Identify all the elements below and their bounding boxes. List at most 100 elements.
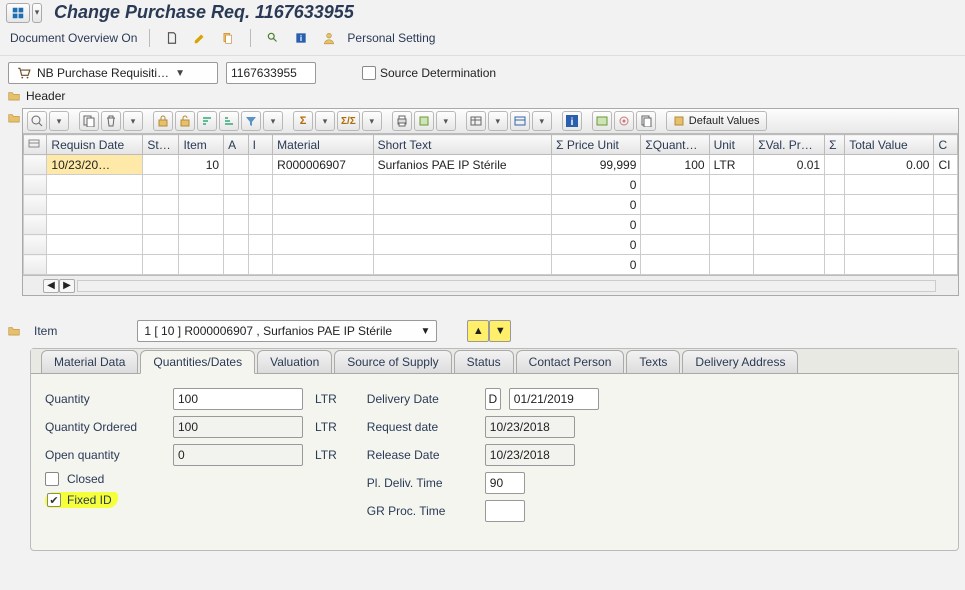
document-overview-toggle[interactable]: Document Overview On bbox=[10, 31, 137, 45]
delivery-date-field[interactable]: 01/21/2019 bbox=[509, 388, 599, 410]
col-a[interactable]: A bbox=[224, 135, 249, 155]
item-select-combo[interactable]: 1 [ 10 ] R000006907 , Surfanios PAE IP S… bbox=[137, 320, 437, 342]
tabstrip: Material Data Quantities/Dates Valuation… bbox=[31, 349, 958, 373]
personal-setting-icon[interactable] bbox=[319, 29, 339, 47]
closed-label: Closed bbox=[67, 472, 104, 486]
print-icon[interactable] bbox=[392, 111, 412, 131]
items-grid[interactable]: Requisn Date St… Item A I Material Short… bbox=[23, 134, 958, 275]
col-sigma[interactable]: Σ bbox=[825, 135, 845, 155]
folder-collapse-icon bbox=[6, 88, 22, 104]
sort-asc-icon[interactable] bbox=[197, 111, 217, 131]
doc-type-combo[interactable]: NB Purchase Requisiti… ▼ bbox=[8, 62, 218, 84]
window-title: Change Purchase Req. 1167633955 bbox=[54, 2, 354, 23]
col-val-pr[interactable]: ΣVal. Pr… bbox=[754, 135, 825, 155]
help-icon[interactable]: i bbox=[291, 29, 311, 47]
quantity-field[interactable]: 100 bbox=[173, 388, 303, 410]
tab-source-of-supply[interactable]: Source of Supply bbox=[334, 350, 451, 373]
details-icon[interactable] bbox=[27, 111, 47, 131]
col-material[interactable]: Material bbox=[273, 135, 373, 155]
layout-change-icon[interactable] bbox=[510, 111, 530, 131]
delivery-date-category[interactable]: D bbox=[485, 388, 501, 410]
grid-horizontal-scrollbar[interactable]: ◀ ▶ bbox=[23, 275, 958, 295]
items-section-toggle[interactable] bbox=[6, 110, 22, 126]
lock-icon[interactable] bbox=[153, 111, 173, 131]
env-icon[interactable] bbox=[592, 111, 612, 131]
col-quant[interactable]: ΣQuant… bbox=[641, 135, 709, 155]
export-drop[interactable]: ▾ bbox=[436, 111, 456, 131]
gr-proc-time-label: GR Proc. Time bbox=[367, 504, 477, 518]
default-values-button[interactable]: Default Values bbox=[666, 111, 767, 131]
create-icon[interactable] bbox=[162, 29, 182, 47]
open-quantity-unit: LTR bbox=[315, 448, 337, 462]
delete-drop[interactable]: ▾ bbox=[123, 111, 143, 131]
app-menu-dropdown[interactable]: ▾ bbox=[32, 3, 42, 23]
item-next-button[interactable]: ▼ bbox=[489, 320, 511, 342]
table-row[interactable]: 10/23/20… 10 R000006907 Surfanios PAE IP… bbox=[24, 155, 958, 175]
export-icon[interactable] bbox=[414, 111, 434, 131]
sum-drop[interactable]: ▾ bbox=[315, 111, 335, 131]
closed-checkbox[interactable] bbox=[45, 472, 59, 486]
table-row[interactable]: 0 bbox=[24, 195, 958, 215]
scroll-right-icon[interactable]: ▶ bbox=[59, 279, 75, 293]
unlock-icon[interactable] bbox=[175, 111, 195, 131]
tab-quantities-dates[interactable]: Quantities/Dates bbox=[140, 350, 255, 374]
col-item[interactable]: Item bbox=[179, 135, 224, 155]
layout-icon[interactable] bbox=[466, 111, 486, 131]
separator bbox=[149, 29, 150, 47]
gr-proc-time-field[interactable] bbox=[485, 500, 525, 522]
fixed-id-label: Fixed ID bbox=[67, 493, 112, 507]
item-section-toggle[interactable] bbox=[6, 323, 22, 339]
col-status[interactable]: St… bbox=[143, 135, 179, 155]
table-row[interactable]: 0 bbox=[24, 235, 958, 255]
pl-deliv-time-field[interactable]: 90 bbox=[485, 472, 525, 494]
copy-icon[interactable] bbox=[79, 111, 99, 131]
header-label: Header bbox=[26, 89, 65, 103]
fixed-id-checkbox[interactable]: ✔ bbox=[47, 493, 61, 507]
other-document-icon[interactable] bbox=[218, 29, 238, 47]
sum-icon[interactable]: Σ bbox=[293, 111, 313, 131]
app-menu-icon[interactable] bbox=[6, 3, 30, 23]
select-all-column[interactable] bbox=[24, 135, 47, 155]
quantity-unit: LTR bbox=[315, 392, 337, 406]
col-short-text[interactable]: Short Text bbox=[373, 135, 552, 155]
grid-toolbar: ▾ ▾ ▾ Σ ▾ Σ/Σ ▾ ▾ ▾ ▾ bbox=[23, 109, 958, 134]
table-row[interactable]: 0 bbox=[24, 175, 958, 195]
qty-left-column: Quantity 100 LTR Quantity Ordered 100 LT… bbox=[45, 388, 337, 522]
tab-valuation[interactable]: Valuation bbox=[257, 350, 332, 373]
tab-status[interactable]: Status bbox=[454, 350, 514, 373]
header-section-toggle[interactable]: Header bbox=[0, 86, 965, 106]
col-unit[interactable]: Unit bbox=[709, 135, 754, 155]
table-row[interactable]: 0 bbox=[24, 255, 958, 275]
delete-icon[interactable] bbox=[101, 111, 121, 131]
layout-change-drop[interactable]: ▾ bbox=[532, 111, 552, 131]
filter-icon[interactable] bbox=[241, 111, 261, 131]
open-quantity-label: Open quantity bbox=[45, 448, 165, 462]
item-prev-button[interactable]: ▲ bbox=[467, 320, 489, 342]
tab-delivery-address[interactable]: Delivery Address bbox=[682, 350, 798, 373]
sort-desc-icon[interactable] bbox=[219, 111, 239, 131]
attachment-icon[interactable] bbox=[636, 111, 656, 131]
subtotal-drop[interactable]: ▾ bbox=[362, 111, 382, 131]
services-icon[interactable] bbox=[614, 111, 634, 131]
col-requisn-date[interactable]: Requisn Date bbox=[47, 135, 143, 155]
col-total-value[interactable]: Total Value bbox=[845, 135, 934, 155]
details-drop[interactable]: ▾ bbox=[49, 111, 69, 131]
filter-drop[interactable]: ▾ bbox=[263, 111, 283, 131]
info-icon[interactable]: i bbox=[562, 111, 582, 131]
scroll-track[interactable] bbox=[77, 280, 936, 292]
subtotal-icon[interactable]: Σ/Σ bbox=[337, 111, 360, 131]
print-preview-icon[interactable] bbox=[263, 29, 283, 47]
edit-icon[interactable] bbox=[190, 29, 210, 47]
col-price-unit[interactable]: Σ Price Unit bbox=[552, 135, 641, 155]
source-determination-checkbox[interactable]: Source Determination bbox=[362, 66, 496, 80]
layout-drop[interactable]: ▾ bbox=[488, 111, 508, 131]
personal-setting-button[interactable]: Personal Setting bbox=[347, 31, 435, 45]
tab-material-data[interactable]: Material Data bbox=[41, 350, 138, 373]
tab-texts[interactable]: Texts bbox=[626, 350, 680, 373]
table-row[interactable]: 0 bbox=[24, 215, 958, 235]
tab-contact-person[interactable]: Contact Person bbox=[516, 350, 625, 373]
col-c[interactable]: C bbox=[934, 135, 958, 155]
scroll-left-icon[interactable]: ◀ bbox=[43, 279, 59, 293]
doc-number-field[interactable]: 1167633955 bbox=[226, 62, 316, 84]
col-i[interactable]: I bbox=[248, 135, 273, 155]
